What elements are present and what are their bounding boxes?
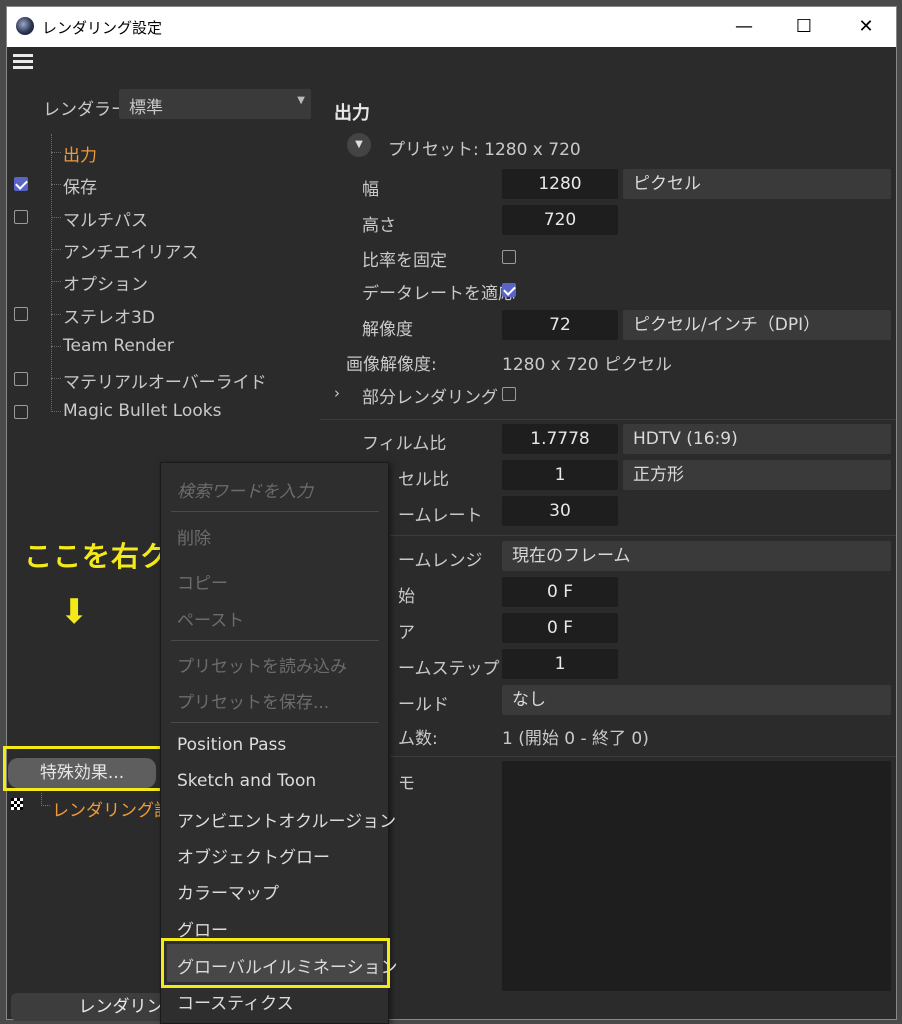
window-title: レンダリング設定 [42,19,163,37]
magic-bullet-checkbox[interactable] [14,405,28,419]
hamburger-menu-icon[interactable] [13,54,33,70]
pixel-aspect-label: セル比 [398,470,449,490]
height-label: 高さ [362,216,396,236]
adapt-rate-label: データレートを適応 [362,284,515,304]
frame-range-label: ームレンジ [398,551,483,571]
search-input[interactable]: 検索ワードを入力 [177,477,313,502]
renderer-label: レンダラー [43,100,128,120]
frame-rate-label: ームレート [398,506,483,526]
frame-rate-input[interactable]: 30 [502,496,618,526]
menu-item-paste[interactable]: ペースト [177,606,244,631]
preset-toggle-icon[interactable]: ▼ [347,133,371,157]
multipass-checkbox[interactable] [14,210,28,224]
tree-item-magic-bullet[interactable]: Magic Bullet Looks [63,401,221,421]
menu-item-copy[interactable]: コピー [177,569,228,594]
width-input[interactable]: 1280 [502,169,618,199]
region-render-checkbox[interactable] [502,387,516,401]
height-input[interactable]: 720 [502,205,618,235]
lock-ratio-checkbox[interactable] [502,250,516,264]
width-unit-dropdown[interactable]: ピクセル [623,169,891,199]
global-illumination-highlight [161,938,390,988]
arrow-down-icon: ⬇ [60,592,89,632]
frames-value: 1 (開始 0 - 終了 0) [502,729,649,749]
resolution-unit-dropdown[interactable]: ピクセル/インチ（DPI） [623,310,891,340]
menu-item-sketch-and-toon[interactable]: Sketch and Toon [177,771,316,791]
field-label: ールド [398,695,449,715]
frame-range-dropdown[interactable]: 現在のフレーム [502,541,891,571]
tree-guide [51,134,53,412]
width-label: 幅 [362,180,379,200]
frame-step-label: ームステップ [398,659,500,679]
material-override-checkbox[interactable] [14,372,28,386]
notes-label: モ [398,774,415,794]
tree-item-team-render[interactable]: Team Render [63,336,174,356]
menu-item-caustics[interactable]: コースティクス [177,989,294,1014]
tree-item-options[interactable]: オプション [63,270,148,295]
menu-item-ambient-occlusion[interactable]: アンビエントオクルージョン [177,807,396,832]
menu-item-delete[interactable]: 削除 [177,524,211,549]
menu-item-save-preset[interactable]: プリセットを保存... [177,688,329,713]
lock-ratio-label: 比率を固定 [362,251,447,271]
adapt-rate-checkbox[interactable] [502,283,516,297]
tree-item-multipass[interactable]: マルチパス [63,206,148,231]
frame-step-input[interactable]: 1 [502,649,618,679]
minimize-button[interactable]: — [714,7,774,47]
from-label: 始 [398,587,415,607]
tree-item-output[interactable]: 出力 [63,141,97,166]
notes-textarea[interactable] [502,761,891,991]
film-aspect-label: フィルム比 [362,434,447,454]
tree-item-material-override[interactable]: マテリアルオーバーライド [63,368,267,393]
renderer-dropdown[interactable]: 標準 ▼ [119,89,311,119]
title-bar: レンダリング設定 — ☐ ✕ [7,7,896,47]
chevron-down-icon: ▼ [297,95,305,106]
field-dropdown[interactable]: なし [502,685,891,715]
to-label: ア [398,623,415,643]
menu-item-object-glow[interactable]: オブジェクトグロー [177,843,330,868]
menu-item-color-map[interactable]: カラーマップ [177,879,279,904]
frames-label: ム数: [398,729,438,749]
resolution-input[interactable]: 72 [502,310,618,340]
checkered-icon [11,798,23,810]
cinema4d-icon [16,17,34,35]
section-title: 出力 [334,103,370,124]
image-resolution-value: 1280 x 720 ピクセル [502,355,672,375]
image-resolution-label: 画像解像度: [346,355,437,375]
menu-item-load-preset[interactable]: プリセットを読み込み [177,652,347,677]
save-checkbox[interactable] [14,177,28,191]
tree-item-save[interactable]: 保存 [63,173,97,198]
menu-item-position-pass[interactable]: Position Pass [177,735,286,755]
region-render-label: 部分レンダリング [362,388,498,408]
film-aspect-input[interactable]: 1.7778 [502,424,618,454]
close-button[interactable]: ✕ [836,7,896,47]
film-aspect-dropdown[interactable]: HDTV (16:9) [623,424,891,454]
pixel-aspect-input[interactable]: 1 [502,460,618,490]
effects-button-highlight [3,746,165,791]
render-settings-window: レンダリング設定 — ☐ ✕ レンダラー 標準 ▼ 出力 保存 マルチパス アン… [6,6,897,1021]
maximize-button[interactable]: ☐ [774,7,834,47]
renderer-value: 標準 [129,98,163,118]
tree-item-antialiasing[interactable]: アンチエイリアス [63,238,198,263]
chevron-right-icon[interactable]: › [334,384,340,402]
from-input[interactable]: 0 F [502,577,618,607]
stereo-checkbox[interactable] [14,307,28,321]
tree-item-stereo[interactable]: ステレオ3D [63,303,155,328]
to-input[interactable]: 0 F [502,613,618,643]
right-panel: 出力 ▼ プリセット: 1280 x 720 幅 1280 ピクセル 高さ 72… [320,47,896,1019]
pixel-aspect-dropdown[interactable]: 正方形 [623,460,891,490]
preset-label: プリセット: 1280 x 720 [388,140,581,160]
resolution-label: 解像度 [362,320,413,340]
